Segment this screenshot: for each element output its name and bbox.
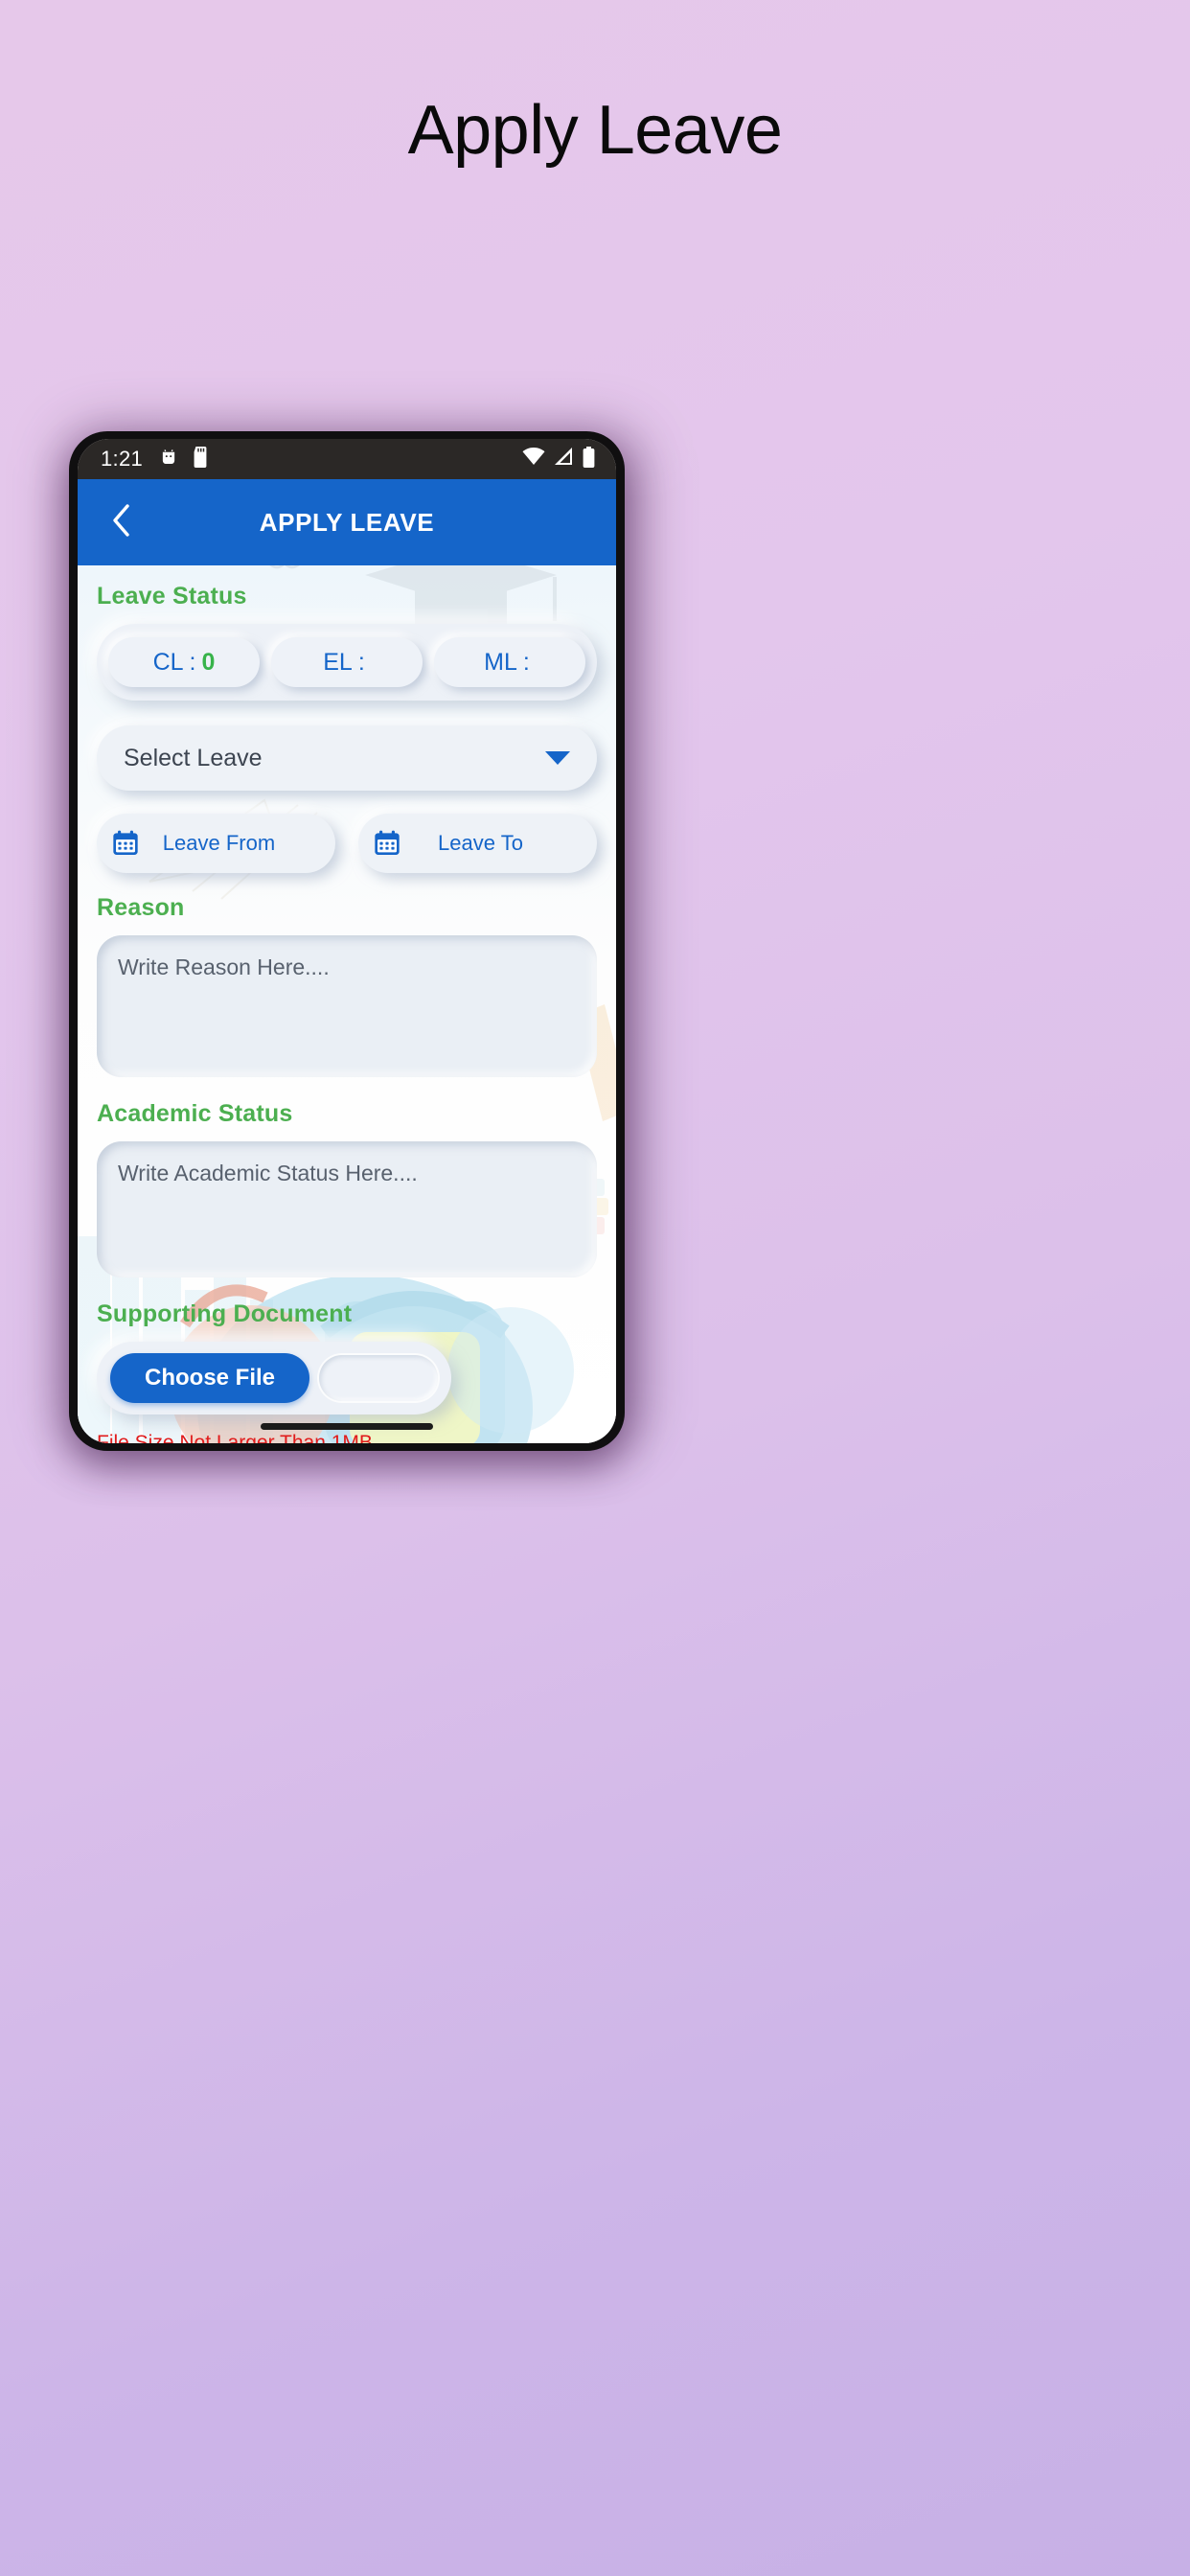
chosen-file-display (319, 1355, 438, 1401)
wifi-icon (522, 448, 545, 471)
calendar-icon (372, 828, 402, 859)
choose-file-button[interactable]: Choose File (110, 1353, 310, 1403)
status-bar-right-icons (522, 446, 595, 472)
chip-cl-value: 0 (201, 648, 216, 676)
app-bar: APPLY LEAVE (78, 479, 616, 565)
calendar-icon (110, 828, 141, 859)
chip-cl-name: CL : (152, 648, 196, 676)
chevron-down-icon (545, 751, 570, 765)
sd-card-icon (192, 446, 209, 472)
select-leave-dropdown[interactable]: Select Leave (97, 725, 597, 791)
chip-ml-name: ML : (484, 648, 530, 676)
chip-ml[interactable]: ML : (434, 637, 585, 687)
reason-label: Reason (97, 894, 185, 921)
leave-from-picker[interactable]: Leave From (97, 814, 335, 873)
app-bar-title: APPLY LEAVE (259, 507, 435, 537)
leave-status-chips: CL : 0 EL : ML : (97, 624, 597, 701)
status-bar-time: 1:21 (101, 447, 144, 471)
chip-cl[interactable]: CL : 0 (108, 637, 260, 687)
supporting-document-label: Supporting Document (97, 1300, 353, 1327)
chevron-left-icon (110, 503, 133, 542)
file-size-note: File Size Not Larger Than 1MB. (97, 1432, 378, 1443)
status-bar-left-icons (158, 446, 209, 472)
back-button[interactable] (103, 503, 141, 541)
home-indicator (261, 1423, 433, 1430)
page-title: Apply Leave (407, 92, 783, 169)
academic-status-label: Academic Status (97, 1100, 293, 1127)
leave-status-label: Leave Status (97, 583, 247, 610)
select-leave-value: Select Leave (124, 744, 263, 771)
form-content: Leave Status CL : 0 EL : ML : Select Lea… (78, 565, 616, 1443)
leave-to-label: Leave To (438, 831, 523, 855)
apply-leave-form: Leave Status CL : 0 EL : ML : Select Lea… (78, 565, 616, 1443)
academic-status-input[interactable]: Write Academic Status Here.... (97, 1141, 597, 1277)
signal-icon (554, 448, 574, 471)
date-range-row: Leave From Leave To (97, 814, 597, 873)
reason-placeholder: Write Reason Here.... (118, 954, 330, 979)
supporting-document-row: Choose File (97, 1342, 451, 1414)
chip-el[interactable]: EL : (271, 637, 423, 687)
academic-status-placeholder: Write Academic Status Here.... (118, 1161, 418, 1185)
status-bar: 1:21 (78, 439, 616, 479)
chip-el-name: EL : (323, 648, 365, 676)
reason-input[interactable]: Write Reason Here.... (97, 935, 597, 1077)
android-debug-icon (158, 447, 179, 472)
leave-to-picker[interactable]: Leave To (358, 814, 597, 873)
phone-frame: 1:21 APPLY LEAVE Leave Status CL: 0 EL … (69, 431, 625, 1451)
leave-from-label: Leave From (162, 831, 276, 855)
phone-screen: 1:21 APPLY LEAVE Leave Status CL: 0 EL … (78, 439, 616, 1443)
battery-icon (583, 446, 595, 472)
